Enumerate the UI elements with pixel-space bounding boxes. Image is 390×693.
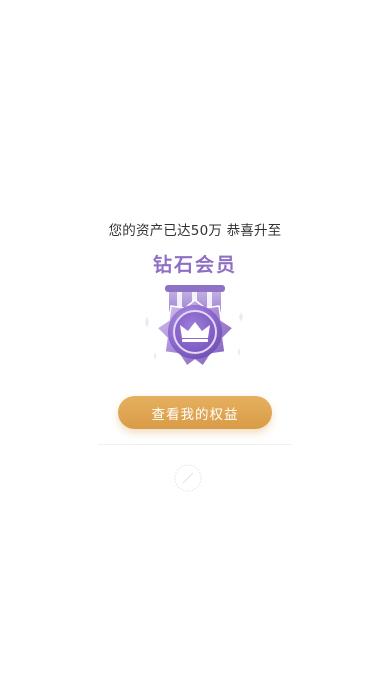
medal-icon: [135, 282, 255, 377]
upgrade-dialog: 您的资产已达50万 恭喜升至 钻石会员 查看我的权益: [0, 0, 390, 693]
upgrade-subtitle: 您的资产已达50万 恭喜升至: [108, 223, 282, 239]
view-benefits-button[interactable]: 查看我的权益: [118, 396, 272, 429]
close-icon: [174, 464, 202, 492]
close-button[interactable]: [174, 464, 202, 492]
member-level-title: 钻石会员: [152, 254, 237, 276]
divider: [98, 444, 292, 445]
